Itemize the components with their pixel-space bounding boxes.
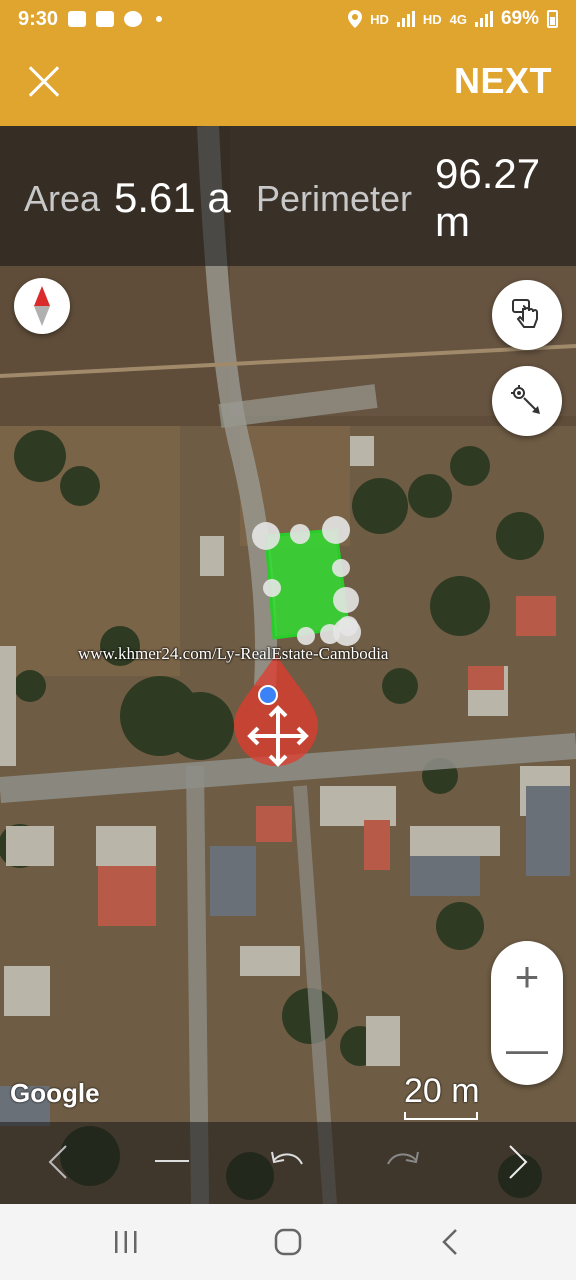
measure-bar: Area 5.61 a Perimeter 96.27 m (0, 126, 576, 266)
recents-button[interactable] (106, 1224, 146, 1260)
perimeter-value: 96.27 m (435, 150, 541, 245)
compass-button[interactable] (14, 278, 70, 334)
battery-icon (547, 10, 558, 28)
chevron-right-icon (509, 1145, 528, 1179)
edit-toolbar (0, 1122, 576, 1204)
next-point-button[interactable] (496, 1140, 540, 1184)
redo-button[interactable] (380, 1140, 424, 1184)
status-time: 9:30 (18, 7, 59, 30)
notification-dot-icon (156, 16, 163, 22)
satellite-map[interactable]: Area 5.61 a Perimeter 96.27 m www.khmer2… (0, 126, 576, 1204)
area-value: 5.61 a (114, 174, 231, 221)
next-button[interactable]: NEXT (454, 60, 552, 102)
watermark-text: www.khmer24.com/Ly-RealEstate-Cambodia (78, 644, 389, 663)
home-button[interactable] (268, 1224, 308, 1260)
close-icon[interactable] (20, 58, 68, 106)
perimeter-label: Perimeter (256, 178, 413, 219)
compass-icon (34, 286, 50, 326)
previous-point-button[interactable] (36, 1140, 80, 1184)
hand-pointer-icon (512, 299, 538, 328)
signal-icon-2 (474, 11, 493, 27)
home-icon (274, 1228, 302, 1256)
google-logo: Google (10, 1078, 100, 1108)
chevron-left-icon (48, 1145, 67, 1179)
touch-mode-button[interactable] (492, 280, 562, 350)
zoom-in-button[interactable]: + (491, 941, 563, 1013)
scale-label: 20 m (404, 1072, 480, 1110)
status-left: 9:30 (18, 7, 163, 31)
locate-point-icon (511, 385, 540, 414)
gps-location-dot (258, 685, 278, 705)
back-icon (442, 1229, 457, 1255)
network-type: 4G (449, 11, 467, 27)
signal-icon-1 (396, 11, 415, 27)
messenger-icon (124, 11, 143, 27)
map-imagery (0, 126, 576, 1204)
scale-bar (404, 1112, 478, 1120)
gallery-icon (68, 11, 87, 27)
status-bar: 9:30 HD HD 4G 69% (0, 0, 576, 38)
youtube-icon (96, 11, 115, 27)
zoom-controls: + — (491, 941, 563, 1085)
minus-icon (155, 1160, 189, 1162)
hd-label-2: HD (422, 11, 442, 27)
status-right: HD HD 4G 69% (348, 8, 558, 30)
delete-point-button[interactable] (150, 1140, 194, 1184)
hd-label-1: HD (370, 11, 389, 27)
area-label: Area (24, 178, 101, 219)
app-root: 9:30 HD HD 4G 69% NEXT Area 5.61 a Perim… (0, 0, 576, 1280)
undo-icon (271, 1151, 303, 1165)
undo-button[interactable] (266, 1140, 310, 1184)
battery-percent: 69% (500, 8, 539, 29)
location-icon (348, 10, 363, 28)
redo-icon (387, 1151, 419, 1165)
recents-icon (115, 1231, 137, 1253)
system-nav-bar (0, 1204, 576, 1280)
back-button[interactable] (430, 1224, 470, 1260)
app-bar: NEXT (0, 38, 576, 126)
zoom-out-button[interactable]: — (491, 1013, 563, 1085)
point-mode-button[interactable] (492, 366, 562, 436)
